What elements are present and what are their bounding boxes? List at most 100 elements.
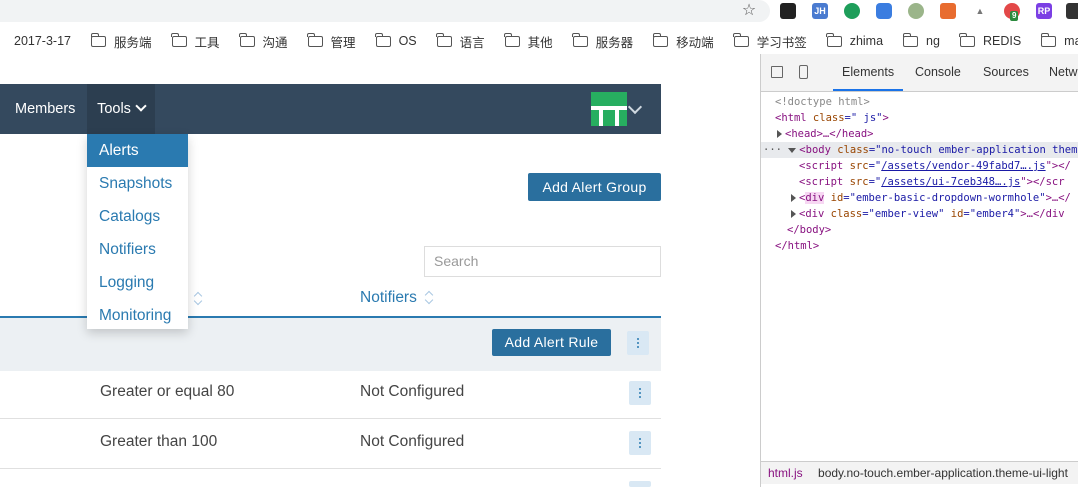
more-actions-icon[interactable]	[627, 331, 649, 355]
bookmark-label: 语言	[459, 35, 485, 50]
folder-icon	[959, 32, 975, 47]
dom-line[interactable]: <script src="/assets/vendor-49fabd7….js"…	[761, 158, 1078, 174]
dom-line[interactable]: </html>	[761, 238, 1078, 254]
bookmark-folder[interactable]: mac	[1040, 32, 1078, 48]
extension-icon-10[interactable]	[1066, 3, 1078, 19]
bookmark-folder[interactable]: 移动端	[652, 32, 714, 51]
bookmark-folder[interactable]: 语言	[436, 32, 485, 51]
sort-icon	[425, 291, 433, 305]
breadcrumb-html[interactable]: html.js	[768, 466, 803, 480]
menu-item-alerts[interactable]: Alerts	[87, 134, 188, 167]
tab-sources[interactable]: Sources	[983, 54, 1029, 91]
tab-elements[interactable]: Elements	[833, 54, 904, 91]
dom-line[interactable]: <script src="/assets/ui-7ceb348….js"></s…	[761, 174, 1078, 190]
dom-line[interactable]: <!doctype html>	[761, 94, 1078, 110]
folder-icon	[733, 32, 749, 47]
folder-icon	[652, 32, 669, 47]
collapse-triangle-icon[interactable]	[788, 147, 797, 153]
bookmark-folder[interactable]: 服务器	[572, 32, 634, 51]
bookmark-folder[interactable]: 学习书签	[733, 32, 807, 51]
expand-triangle-icon[interactable]	[777, 130, 782, 138]
tab-console[interactable]: Console	[915, 54, 961, 91]
chevron-down-icon[interactable]	[627, 99, 643, 115]
extension-icon-5[interactable]	[908, 3, 924, 19]
bookmark-label: 工具	[194, 35, 220, 50]
tab-network[interactable]: Netw	[1049, 54, 1077, 91]
dom-line[interactable]: <head>…</head>	[761, 126, 1078, 142]
bookmarks-bar: 2017-3-17 服务端 工具 沟通 管理 OS 语言 其他 服务器 移动端 …	[0, 28, 1078, 54]
bookmark-folder[interactable]: zhima	[826, 32, 883, 48]
notifiers-cell: Not Configured	[360, 383, 465, 400]
dom-line[interactable]: <div id="ember-basic-dropdown-wormhole">…	[761, 190, 1078, 206]
menu-item-catalogs[interactable]: Catalogs	[87, 200, 188, 233]
bookmark-label: ng	[926, 34, 940, 48]
address-bar[interactable]	[0, 0, 770, 22]
folder-icon	[1040, 32, 1057, 47]
nav-tools-dropdown[interactable]: Tools	[87, 84, 155, 134]
menu-item-logging[interactable]: Logging	[87, 266, 188, 299]
sort-icon[interactable]	[194, 292, 202, 306]
nav-members[interactable]: Members	[15, 84, 75, 134]
extension-jh-icon[interactable]: JH	[812, 3, 828, 19]
extension-icon-7[interactable]: ▲	[972, 3, 988, 19]
chevron-down-icon	[135, 100, 147, 112]
bookmark-folder[interactable]: REDIS	[959, 32, 1021, 48]
bookmark-folder[interactable]: OS	[375, 32, 417, 48]
condition-cell: Greater or equal 80	[100, 383, 235, 400]
folder-icon	[239, 32, 255, 47]
expand-triangle-icon[interactable]	[791, 194, 796, 202]
shield-extension-icon[interactable]	[844, 3, 860, 19]
dom-line[interactable]: </body>	[761, 222, 1078, 238]
device-toolbar-icon[interactable]	[799, 65, 808, 79]
more-actions-icon[interactable]	[629, 381, 651, 405]
tools-dropdown-menu: Alerts Snapshots Catalogs Notifiers Logg…	[87, 134, 188, 329]
bookmark-item[interactable]: 2017-3-17	[14, 34, 71, 48]
more-actions-icon[interactable]	[629, 431, 651, 455]
notifiers-cell: Not Configured	[360, 433, 465, 450]
condition-cell: Greater than 100	[100, 433, 218, 450]
folder-icon	[436, 32, 452, 47]
breadcrumb-body[interactable]: body.no-touch.ember-application.theme-ui…	[818, 466, 1068, 480]
bookmark-folder[interactable]: 工具	[171, 32, 220, 51]
inspect-element-icon[interactable]	[771, 66, 783, 78]
bookmark-label: 管理	[330, 35, 356, 50]
extension-icon-1[interactable]	[780, 3, 796, 19]
more-actions-icon[interactable]	[629, 481, 651, 487]
add-alert-group-button[interactable]: Add Alert Group	[528, 173, 661, 201]
add-alert-rule-button[interactable]: Add Alert Rule	[492, 329, 611, 356]
menu-item-snapshots[interactable]: Snapshots	[87, 167, 188, 200]
bookmark-folder[interactable]: 管理	[307, 32, 356, 51]
dom-line-selected[interactable]: ··· <body class="no-touch ember-applicat…	[761, 142, 1078, 158]
bookmark-label: 2017-3-17	[14, 34, 71, 48]
extension-icon-6[interactable]	[940, 3, 956, 19]
dom-tree: <!doctype html> <html class=" js"> <head…	[761, 94, 1078, 254]
menu-item-notifiers[interactable]: Notifiers	[87, 233, 188, 266]
expand-triangle-icon[interactable]	[791, 210, 796, 218]
search-input[interactable]: Search	[424, 246, 661, 277]
bookmark-label: mac	[1064, 34, 1078, 48]
bookmark-star-icon[interactable]: ☆	[740, 2, 758, 20]
bookmark-folder[interactable]: 服务端	[90, 32, 152, 51]
column-header-notifiers[interactable]: Notifiers	[360, 289, 433, 307]
bookmark-label: 其他	[527, 35, 553, 50]
folder-icon	[171, 32, 187, 47]
menu-item-monitoring[interactable]: Monitoring	[87, 299, 188, 332]
bookmark-label: 学习书签	[756, 35, 807, 50]
extension-icon-8[interactable]: 9	[1004, 3, 1020, 21]
folder-icon	[902, 32, 919, 47]
top-navbar: Members Tools	[0, 84, 661, 134]
bookmark-folder[interactable]: 沟通	[239, 32, 288, 51]
folder-icon	[90, 32, 106, 47]
bookmark-folder[interactable]: ng	[902, 32, 940, 48]
extension-icon-4[interactable]	[876, 3, 892, 19]
bookmark-label: 移动端	[676, 35, 714, 50]
bookmark-folder[interactable]: 其他	[504, 32, 553, 51]
bookmark-label: 服务器	[595, 35, 634, 50]
browser-toolbar: ☆ JH ▲ 9 RP	[0, 0, 1078, 26]
devtools-breadcrumb: html.js body.no-touch.ember-application.…	[761, 461, 1078, 484]
dom-line[interactable]: <html class=" js">	[761, 110, 1078, 126]
dom-line[interactable]: <div class="ember-view" id="ember4">…</d…	[761, 206, 1078, 222]
rancher-logo-icon[interactable]	[591, 92, 627, 126]
extension-rp-icon[interactable]: RP	[1036, 3, 1052, 19]
table-row: Greater than 100 Not Configured	[0, 418, 661, 469]
